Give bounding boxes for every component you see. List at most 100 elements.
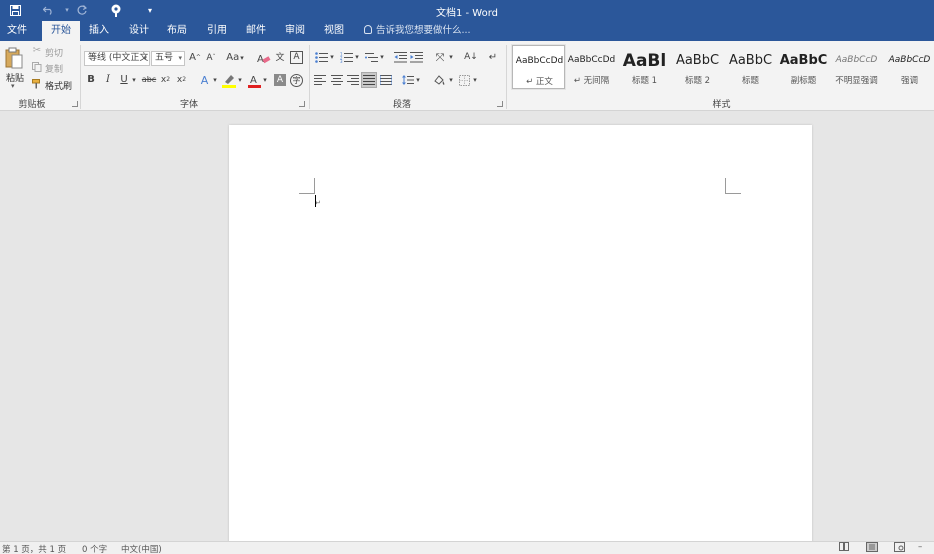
character-border-icon[interactable]: A [290,51,303,64]
style-subtle-emphasis[interactable]: AaBbCcD 不明显强调 [830,45,883,89]
print-layout-icon[interactable] [866,542,878,554]
format-painter-button[interactable]: 格式刷 [45,79,72,92]
tab-file[interactable]: 文件 [2,21,32,41]
web-layout-icon[interactable] [894,542,905,554]
lightbulb-icon [364,25,372,34]
style-emphasis[interactable]: AaBbCcD 强调 [883,45,934,89]
font-size-value: 五号 [155,53,174,63]
paste-icon[interactable] [4,46,24,70]
align-left-icon[interactable] [313,74,326,86]
style-label: 标题 1 [631,76,658,86]
tab-review[interactable]: 审阅 [280,21,310,41]
change-case-label: Aa [226,52,240,63]
style-label: 不明显强调 [835,76,878,86]
show-formatting-icon[interactable]: ↵ [487,51,499,64]
style-sample: AaBbC [779,53,828,68]
style-heading-1[interactable]: AaBl 标题 1 [618,45,671,89]
multilevel-list-icon[interactable] [364,51,378,64]
tab-layout[interactable]: 布局 [162,21,192,41]
copy-button[interactable]: 复制 [45,62,63,75]
chevron-down-icon[interactable]: ▾ [329,51,335,64]
align-center-icon[interactable] [330,74,343,86]
subscript-icon[interactable]: x2 [160,73,171,87]
styles-group-label: 样式 [712,100,731,110]
change-case-icon[interactable]: Aa ▾ [226,51,244,65]
font-size-combo[interactable]: 五号 ▾ [151,51,185,66]
style-title[interactable]: AaBbC 标题 [724,45,777,89]
chevron-down-icon[interactable]: ▾ [237,73,243,87]
font-name-combo[interactable]: 等线 (中文正文) ▾ [84,51,150,66]
divider [80,45,81,109]
tab-mailings[interactable]: 邮件 [241,21,271,41]
chevron-down-icon[interactable]: ▾ [472,74,478,86]
chevron-down-icon[interactable]: ▾ [415,74,421,86]
chevron-down-icon: ▾ [143,54,147,62]
font-color-icon[interactable]: A [248,72,261,88]
grow-font-icon[interactable]: A ^ [189,51,201,65]
tab-insert[interactable]: 插入 [84,21,114,41]
tab-references[interactable]: 引用 [202,21,232,41]
paragraph-launcher-icon[interactable] [497,101,503,107]
divider [309,45,310,109]
tab-design[interactable]: 设计 [124,21,154,41]
styles-gallery: AaBbCcDd ↵ 正文 AaBbCcDd ↵ 无间隔 AaBl 标题 1 A… [509,44,934,90]
borders-icon[interactable] [458,74,470,86]
window-title: 文档1 - Word [435,8,499,19]
style-subtitle[interactable]: AaBbC 副标题 [777,45,830,89]
clear-formatting-icon[interactable]: A [257,51,271,65]
language-status[interactable]: 中文(中国) [121,543,162,554]
justify-icon[interactable] [361,72,377,88]
paste-label[interactable]: 粘贴 [3,71,27,84]
style-normal[interactable]: AaBbCcDd ↵ 正文 [511,44,566,90]
font-group-label: 字体 [179,100,198,110]
tell-me-box[interactable]: 告诉我您想要做什么... [364,21,471,41]
enclose-characters-icon[interactable]: 字 [290,74,303,87]
shading-icon[interactable] [433,73,447,87]
highlighter-icon[interactable] [222,72,236,88]
chevron-down-icon[interactable]: ▾ [448,51,454,64]
text-effects-icon[interactable]: A [198,73,211,87]
chevron-down-icon[interactable]: ▾ [212,73,218,87]
numbering-icon[interactable]: 123 [339,51,353,64]
style-sample: AaBbCcDd [515,56,564,66]
phonetic-guide-icon[interactable]: 文 [273,51,287,65]
style-no-spacing[interactable]: AaBbCcDd ↵ 无间隔 [565,45,618,89]
decrease-indent-icon[interactable] [394,51,407,64]
style-label: ↵ 正文 [526,77,553,87]
character-shading-icon[interactable]: A [274,74,286,86]
strikethrough-icon[interactable]: abc [142,73,156,87]
underline-icon[interactable]: U [119,73,129,87]
bullets-icon[interactable] [314,51,328,64]
font-launcher-icon[interactable] [299,101,305,107]
style-label: 副标题 [790,76,817,86]
word-count[interactable]: 0 个字 [82,543,107,554]
clipboard-group-label: 剪贴板 [18,100,46,110]
chevron-down-icon[interactable]: ▾ [448,74,454,86]
chevron-down-icon[interactable]: ▾ [262,73,268,87]
document-page[interactable]: ↵ [229,125,812,554]
style-heading-2[interactable]: AaBbC 标题 2 [671,45,724,89]
page-count[interactable]: 第 1 页，共 1 页 [2,543,66,554]
chevron-down-icon[interactable]: ▾ [354,51,360,64]
distributed-icon[interactable] [379,74,392,86]
sort-icon[interactable]: A↓ [464,51,478,64]
style-sample: AaBbC [675,53,720,68]
shrink-font-icon[interactable]: Aˇ [205,51,217,65]
tab-home[interactable]: 开始 [42,21,80,41]
italic-icon[interactable]: I [103,73,113,87]
zoom-out-icon[interactable]: – [918,542,922,552]
tab-view[interactable]: 视图 [319,21,349,41]
clipboard-launcher-icon[interactable] [72,101,78,107]
read-mode-icon[interactable] [839,542,849,554]
align-right-icon[interactable] [346,74,359,86]
increase-indent-icon[interactable] [410,51,423,64]
cut-button[interactable]: 剪切 [45,46,63,59]
line-spacing-icon[interactable] [401,74,414,86]
paste-dropdown-icon[interactable]: ▾ [11,82,15,90]
bold-icon[interactable]: B [86,73,96,87]
chinese-layout-icon[interactable]: ⤧ [433,51,447,64]
format-painter-icon [32,79,43,89]
superscript-icon[interactable]: x2 [176,73,187,87]
chevron-down-icon[interactable]: ▾ [131,73,137,87]
chevron-down-icon[interactable]: ▾ [379,51,385,64]
